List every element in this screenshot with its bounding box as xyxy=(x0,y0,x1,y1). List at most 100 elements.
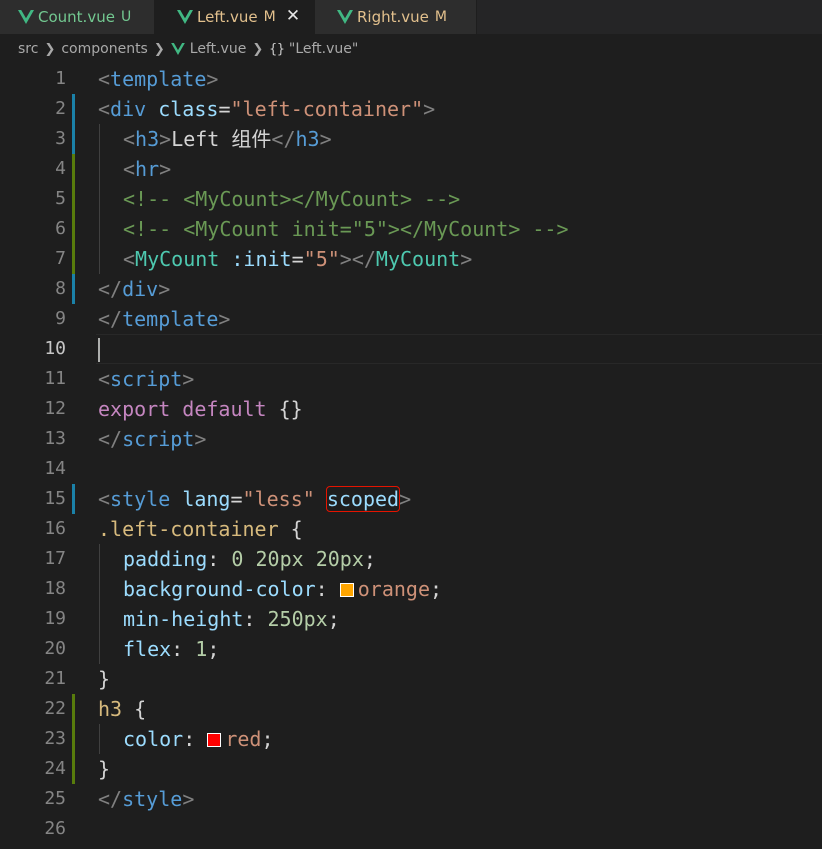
modified-badge: M xyxy=(434,9,447,25)
vue-icon xyxy=(337,10,353,24)
code-text: <script> xyxy=(98,367,195,391)
scoped-attribute-highlight: scoped xyxy=(325,486,401,512)
line-number: 17 xyxy=(44,548,66,569)
breadcrumb: src ❯ components ❯ Left.vue ❯ {} "Left.v… xyxy=(0,34,822,64)
code-line: 15 <style lang="less" scoped> xyxy=(0,484,822,514)
code-text: color: red; xyxy=(123,727,274,751)
code-line: 25 </style> xyxy=(0,784,822,814)
line-number: 4 xyxy=(55,158,66,179)
tab-count-vue[interactable]: Count.vue U xyxy=(0,0,155,34)
added-gutter-marker[interactable] xyxy=(72,244,75,274)
code-line: 14 xyxy=(0,454,822,484)
code-line: 22 h3 { xyxy=(0,694,822,724)
code-editor[interactable]: 1 <template> 2 <div class="left-containe… xyxy=(0,64,822,849)
code-line: 1 <template> xyxy=(0,64,822,94)
tab-left-vue[interactable]: Left.vue M ✕ xyxy=(155,0,315,34)
code-line: 17 padding: 0 20px 20px; xyxy=(0,544,822,574)
line-number: 16 xyxy=(44,518,66,539)
chevron-right-icon: ❯ xyxy=(252,41,264,57)
indent-guide xyxy=(99,724,100,754)
code-line: 6 <!-- <MyCount init="5"></MyCount> --> xyxy=(0,214,822,244)
line-number: 3 xyxy=(55,128,66,149)
line-number: 23 xyxy=(44,728,66,749)
code-text: export default {} xyxy=(98,397,303,421)
vue-icon xyxy=(170,43,185,55)
code-text: </div> xyxy=(98,277,171,301)
vue-icon xyxy=(177,10,193,24)
added-gutter-marker[interactable] xyxy=(72,754,75,784)
code-text: <MyCount :init="5"></MyCount> xyxy=(123,247,473,271)
code-text: h3 { xyxy=(98,697,147,721)
modified-gutter-marker[interactable] xyxy=(72,274,75,304)
code-line: 16 .left-container { xyxy=(0,514,822,544)
code-text: flex: 1; xyxy=(123,637,220,661)
indent-guide xyxy=(99,544,100,574)
line-number: 11 xyxy=(44,368,66,389)
code-line: 20 flex: 1; xyxy=(0,634,822,664)
line-number: 1 xyxy=(55,68,66,89)
chevron-right-icon: ❯ xyxy=(153,41,165,57)
breadcrumb-src[interactable]: src xyxy=(18,41,38,57)
code-line: 13 </script> xyxy=(0,424,822,454)
code-text: <style lang="less" scoped> xyxy=(98,486,412,512)
code-text: </template> xyxy=(98,307,231,331)
indent-guide xyxy=(99,124,100,154)
code-line: 11 <script> xyxy=(0,364,822,394)
code-text: min-height: 250px; xyxy=(123,607,340,631)
line-number: 15 xyxy=(44,488,66,509)
line-number: 12 xyxy=(44,398,66,419)
added-gutter-marker[interactable] xyxy=(72,184,75,214)
line-number: 19 xyxy=(44,608,66,629)
line-number: 2 xyxy=(55,98,66,119)
current-line-highlight xyxy=(96,334,822,364)
code-line: 26 xyxy=(0,814,822,844)
orange-color-swatch[interactable] xyxy=(339,583,354,597)
line-number: 25 xyxy=(44,788,66,809)
code-line: 7 <MyCount :init="5"></MyCount> xyxy=(0,244,822,274)
added-gutter-marker[interactable] xyxy=(72,724,75,754)
breadcrumb-symbol[interactable]: "Left.vue" xyxy=(289,41,358,57)
code-line: 3 <h3>Left 组件</h3> xyxy=(0,124,822,154)
line-number: 6 xyxy=(55,218,66,239)
tab-label: Right.vue xyxy=(357,8,429,26)
line-number: 10 xyxy=(44,338,66,359)
code-text: .left-container { xyxy=(98,517,303,541)
code-line: 2 <div class="left-container"> xyxy=(0,94,822,124)
red-color-swatch[interactable] xyxy=(207,733,222,747)
close-icon[interactable]: ✕ xyxy=(284,7,302,25)
code-text: <!-- <MyCount init="5"></MyCount> --> xyxy=(123,217,569,241)
tab-label: Count.vue xyxy=(38,8,115,26)
code-text: <h3>Left 组件</h3> xyxy=(123,127,332,151)
untracked-badge: U xyxy=(120,9,132,25)
added-gutter-marker[interactable] xyxy=(72,214,75,244)
modified-gutter-marker[interactable] xyxy=(72,94,75,124)
code-text: </style> xyxy=(98,787,195,811)
line-number: 5 xyxy=(55,188,66,209)
indent-guide xyxy=(99,604,100,634)
line-number: 22 xyxy=(44,698,66,719)
modified-gutter-marker[interactable] xyxy=(72,124,75,154)
code-line: 4 <hr> xyxy=(0,154,822,184)
indent-guide xyxy=(99,244,100,274)
modified-gutter-marker[interactable] xyxy=(72,484,75,514)
added-gutter-marker[interactable] xyxy=(72,154,75,184)
code-text: </script> xyxy=(98,427,207,451)
line-number: 21 xyxy=(44,668,66,689)
text-cursor xyxy=(98,338,100,362)
code-text: background-color: orange; xyxy=(123,577,443,601)
breadcrumb-components[interactable]: components xyxy=(61,41,148,57)
line-number: 9 xyxy=(55,308,66,329)
tab-right-vue[interactable]: Right.vue M xyxy=(315,0,477,34)
code-line: 8 </div> xyxy=(0,274,822,304)
code-text: <!-- <MyCount></MyCount> --> xyxy=(123,187,461,211)
code-line: 24 } xyxy=(0,754,822,784)
chevron-right-icon: ❯ xyxy=(44,41,56,57)
added-gutter-marker[interactable] xyxy=(72,694,75,724)
line-number: 8 xyxy=(55,278,66,299)
code-text: <div class="left-container"> xyxy=(98,97,436,121)
line-number: 20 xyxy=(44,638,66,659)
breadcrumb-file[interactable]: Left.vue xyxy=(190,41,247,57)
code-line: 23 color: red; xyxy=(0,724,822,754)
code-line-current: 10 xyxy=(0,334,822,364)
braces-icon: {} xyxy=(269,41,285,57)
